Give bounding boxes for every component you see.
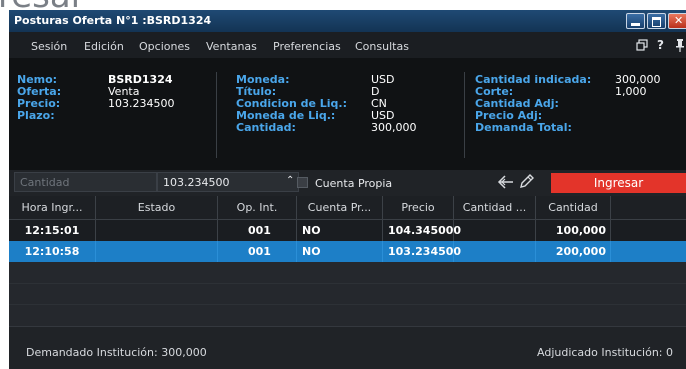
cell-op-int: 001 (218, 220, 297, 241)
price-spinner-icon[interactable]: ⌃ (286, 175, 294, 186)
col-cantidad[interactable]: Cantidad (536, 196, 611, 219)
minimize-button[interactable] (626, 13, 645, 29)
menu-opciones[interactable]: Opciones (139, 40, 190, 53)
value-cantidad: 300,000 (371, 121, 417, 134)
cell-hora: 12:15:01 (9, 220, 96, 241)
empty-row-line (9, 283, 686, 284)
menu-preferencias[interactable]: Preferencias (273, 40, 341, 53)
title-bar[interactable]: Posturas Oferta N°1 :BSRD1324 (9, 10, 686, 32)
info-divider-2 (464, 72, 465, 158)
cell-hora: 12:10:58 (9, 241, 96, 262)
info-divider-1 (216, 72, 217, 158)
demandado-institucion: Demandado Institución: 300,000 (26, 346, 207, 359)
edit-pencil-icon[interactable] (518, 173, 534, 190)
adjudicado-institucion: Adjudicado Institución: 0 (537, 346, 673, 359)
cell-extra (611, 220, 686, 241)
value-precio: 103.234500 (108, 97, 175, 110)
cell-precio: 104.345000 (383, 220, 461, 241)
cell-cuenta: NO (297, 241, 383, 262)
col-extra[interactable] (611, 196, 686, 219)
col-hora-ingreso[interactable]: Hora Ingr... (9, 196, 96, 219)
window-restore-icon[interactable] (636, 39, 648, 51)
close-button[interactable] (668, 13, 686, 29)
cell-estado (96, 241, 218, 262)
cell-cantidad: 200,000 (536, 241, 611, 262)
table-row-selected[interactable]: 12:10:58 001 NO 103.234500 200,000 (9, 241, 686, 262)
cell-cantidad-a (454, 220, 536, 241)
col-estado[interactable]: Estado (96, 196, 218, 219)
table-header: Hora Ingr... Estado Op. Int. Cuenta Pr..… (9, 196, 686, 220)
undo-icon[interactable] (497, 174, 515, 190)
status-footer: Demandado Institución: 300,000 Adjudicad… (9, 326, 686, 369)
menu-ventanas[interactable]: Ventanas (206, 40, 257, 53)
label-demanda-total: Demanda Total: (475, 121, 572, 134)
cell-estado (96, 220, 218, 241)
menu-bar: Sesión Edición Opciones Ventanas Prefere… (9, 32, 686, 58)
help-icon[interactable]: ? (657, 38, 664, 52)
col-cantidad-a[interactable]: Cantidad ... (454, 196, 536, 219)
cell-cuenta: NO (297, 220, 383, 241)
label-plazo: Plazo: (17, 109, 55, 122)
order-entry-bar: Cantidad 103.234500 ⌃ Cuenta Propia Ingr… (9, 170, 686, 196)
menu-edicion[interactable]: Edición (84, 40, 124, 53)
col-cuenta-propia[interactable]: Cuenta Pr... (297, 196, 383, 219)
ingresar-button[interactable]: Ingresar (551, 173, 686, 193)
cell-extra (611, 241, 686, 262)
price-input[interactable]: 103.234500 (157, 172, 299, 192)
cell-cantidad-a (454, 241, 536, 262)
window-title: Posturas Oferta N°1 :BSRD1324 (14, 14, 212, 27)
label-cantidad: Cantidad: (236, 121, 296, 134)
order-info-panel: Nemo: Oferta: Precio: Plazo: BSRD1324 Ve… (9, 58, 686, 170)
table-empty-area (9, 262, 686, 326)
col-op-int[interactable]: Op. Int. (218, 196, 297, 219)
posturas-window: Posturas Oferta N°1 :BSRD1324 Sesión Edi… (9, 10, 686, 369)
orders-table: Hora Ingr... Estado Op. Int. Cuenta Pr..… (9, 196, 686, 326)
table-row[interactable]: 12:15:01 001 NO 104.345000 100,000 (9, 220, 686, 241)
value-corte: 1,000 (615, 85, 647, 98)
menu-sesion[interactable]: Sesión (31, 40, 67, 53)
empty-row-line (9, 304, 686, 305)
col-precio[interactable]: Precio (383, 196, 454, 219)
cell-precio: 103.234500 (383, 241, 461, 262)
maximize-button[interactable] (647, 13, 666, 29)
quantity-input[interactable]: Cantidad (14, 172, 157, 192)
cuenta-propia-checkbox[interactable] (297, 177, 308, 188)
menu-consultas[interactable]: Consultas (355, 40, 409, 53)
cuenta-propia-label: Cuenta Propia (315, 177, 393, 190)
cell-cantidad: 100,000 (536, 220, 611, 241)
pin-icon[interactable] (675, 39, 685, 52)
cell-op-int: 001 (218, 241, 297, 262)
